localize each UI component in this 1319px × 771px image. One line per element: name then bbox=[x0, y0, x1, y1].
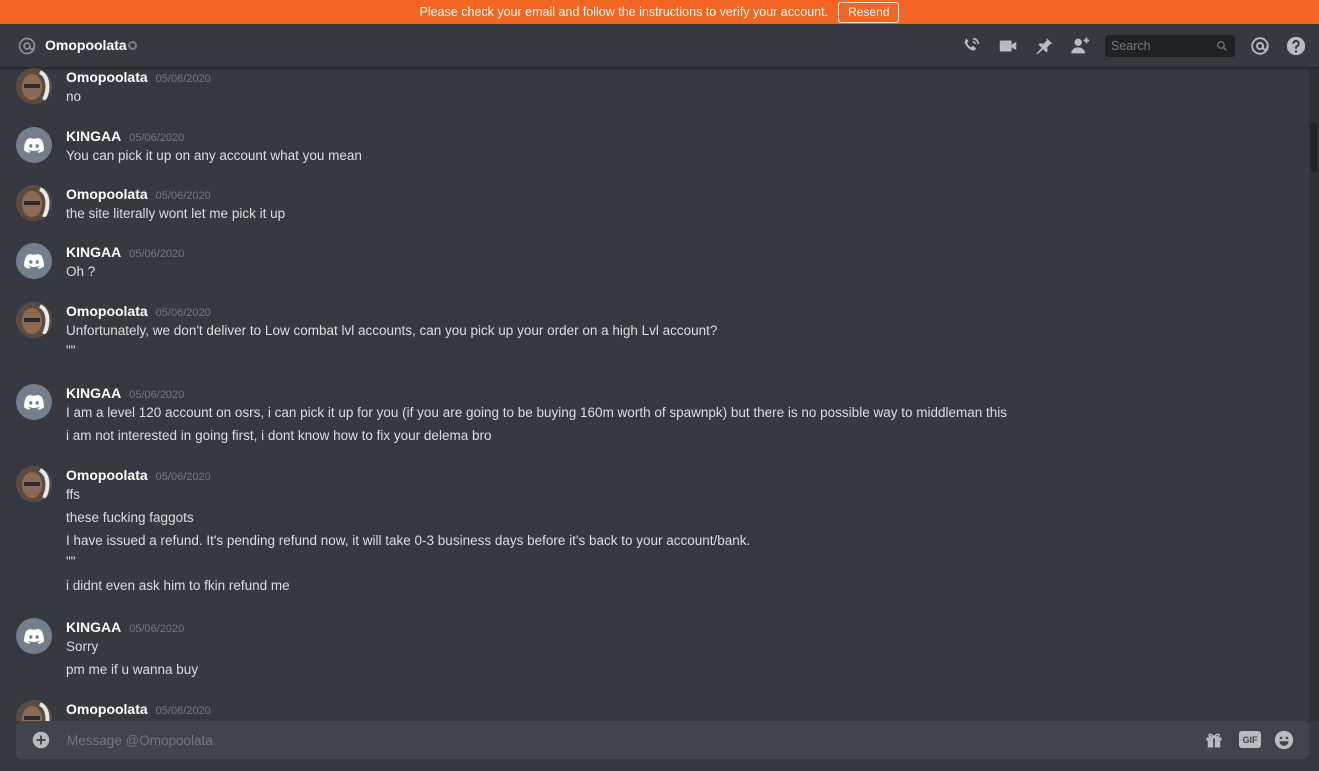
message-timestamp: 05/06/2020 bbox=[155, 705, 211, 717]
mentions-icon[interactable] bbox=[1249, 35, 1271, 57]
discord-logo-icon bbox=[24, 628, 44, 644]
message-text: Oh ? bbox=[66, 264, 96, 279]
message-author[interactable]: KINGAA bbox=[66, 619, 121, 635]
discord-logo-icon bbox=[24, 137, 44, 153]
message-author[interactable]: Omopoolata bbox=[66, 69, 148, 85]
user-avatar-omopoolata[interactable] bbox=[16, 68, 52, 104]
search-bar[interactable] bbox=[1105, 35, 1235, 57]
profile-photo-icon bbox=[16, 302, 52, 338]
message-timestamp: 05/06/2020 bbox=[129, 248, 185, 260]
profile-photo-icon bbox=[16, 68, 52, 104]
message-text: I am a level 120 account on osrs, i can … bbox=[66, 405, 1008, 420]
notice-text: Please check your email and follow the i… bbox=[419, 5, 829, 19]
message-text: the site literally wont let me pick it u… bbox=[66, 206, 286, 221]
message-text: pm me if u wanna buy bbox=[66, 662, 199, 677]
gift-icon[interactable] bbox=[1204, 730, 1224, 750]
message-text: i am not interested in going first, i do… bbox=[66, 428, 492, 443]
discord-logo-icon bbox=[24, 394, 44, 410]
profile-photo-icon bbox=[16, 185, 52, 221]
emoji-picker-icon[interactable] bbox=[1274, 730, 1294, 750]
message-text: Sorry bbox=[66, 639, 99, 654]
channel-title: Omopoolata bbox=[45, 37, 127, 53]
message-timestamp: 05/06/2020 bbox=[129, 132, 185, 144]
message-author[interactable]: Omopoolata bbox=[66, 467, 148, 483]
message-author[interactable]: Omopoolata bbox=[66, 303, 148, 319]
voice-call-icon[interactable] bbox=[960, 35, 982, 57]
discord-logo-icon bbox=[24, 253, 44, 269]
message-text: You can pick it up on any account what y… bbox=[66, 148, 362, 163]
message-text: "" bbox=[66, 554, 76, 569]
user-avatar-kingaa[interactable] bbox=[16, 127, 52, 163]
message-composer: GIF bbox=[16, 721, 1309, 759]
message-text: ffs bbox=[66, 487, 81, 502]
message-author[interactable]: Omopoolata bbox=[66, 186, 148, 202]
channel-header: Omopoolata bbox=[0, 24, 1319, 68]
user-avatar-omopoolata[interactable] bbox=[16, 302, 52, 338]
video-call-icon[interactable] bbox=[997, 35, 1019, 57]
resend-button[interactable]: Resend bbox=[838, 1, 900, 23]
at-sign-icon bbox=[18, 37, 36, 55]
message-text: I have issued a refund. It's pending ref… bbox=[66, 533, 751, 548]
user-avatar-kingaa[interactable] bbox=[16, 384, 52, 420]
message-timestamp: 05/06/2020 bbox=[129, 389, 185, 401]
user-avatar-omopoolata[interactable] bbox=[16, 466, 52, 502]
message-text: i didnt even ask him to fkin refund me bbox=[66, 578, 290, 593]
user-avatar-kingaa[interactable] bbox=[16, 618, 52, 654]
message-text: these fucking faggots bbox=[66, 510, 194, 525]
pinned-messages-icon[interactable] bbox=[1033, 35, 1055, 57]
search-input[interactable] bbox=[1111, 39, 1211, 53]
message-text: "" bbox=[66, 343, 76, 358]
user-avatar-kingaa[interactable] bbox=[16, 243, 52, 279]
profile-photo-icon bbox=[16, 466, 52, 502]
message-input[interactable] bbox=[67, 730, 1167, 750]
offline-status-indicator bbox=[128, 41, 137, 50]
message-timestamp: 05/06/2020 bbox=[155, 190, 211, 202]
upload-attachment-icon[interactable] bbox=[32, 731, 50, 749]
message-text: Unfortunately, we don't deliver to Low c… bbox=[66, 323, 718, 338]
message-text: no bbox=[66, 89, 82, 104]
verify-email-notice: Please check your email and follow the i… bbox=[0, 0, 1319, 24]
user-avatar-omopoolata[interactable] bbox=[16, 700, 52, 721]
message-timestamp: 05/06/2020 bbox=[155, 471, 211, 483]
message-author[interactable]: KINGAA bbox=[66, 244, 121, 260]
search-icon bbox=[1217, 41, 1227, 51]
message-author[interactable]: KINGAA bbox=[66, 385, 121, 401]
message-author[interactable]: KINGAA bbox=[66, 128, 121, 144]
add-friend-to-dm-icon[interactable] bbox=[1069, 35, 1091, 57]
message-timestamp: 05/06/2020 bbox=[129, 623, 185, 635]
scrollbar-thumb[interactable] bbox=[1311, 122, 1317, 172]
user-avatar-omopoolata[interactable] bbox=[16, 185, 52, 221]
message-author[interactable]: Omopoolata bbox=[66, 701, 148, 717]
profile-photo-icon bbox=[16, 700, 52, 721]
help-icon[interactable] bbox=[1285, 35, 1307, 57]
message-list[interactable]: Omopoolata 05/06/2020 no KINGAA 05/06/2020… bbox=[0, 68, 1309, 721]
gif-picker-button[interactable]: GIF bbox=[1239, 731, 1261, 748]
message-timestamp: 05/06/2020 bbox=[155, 307, 211, 319]
message-timestamp: 05/06/2020 bbox=[155, 73, 211, 85]
